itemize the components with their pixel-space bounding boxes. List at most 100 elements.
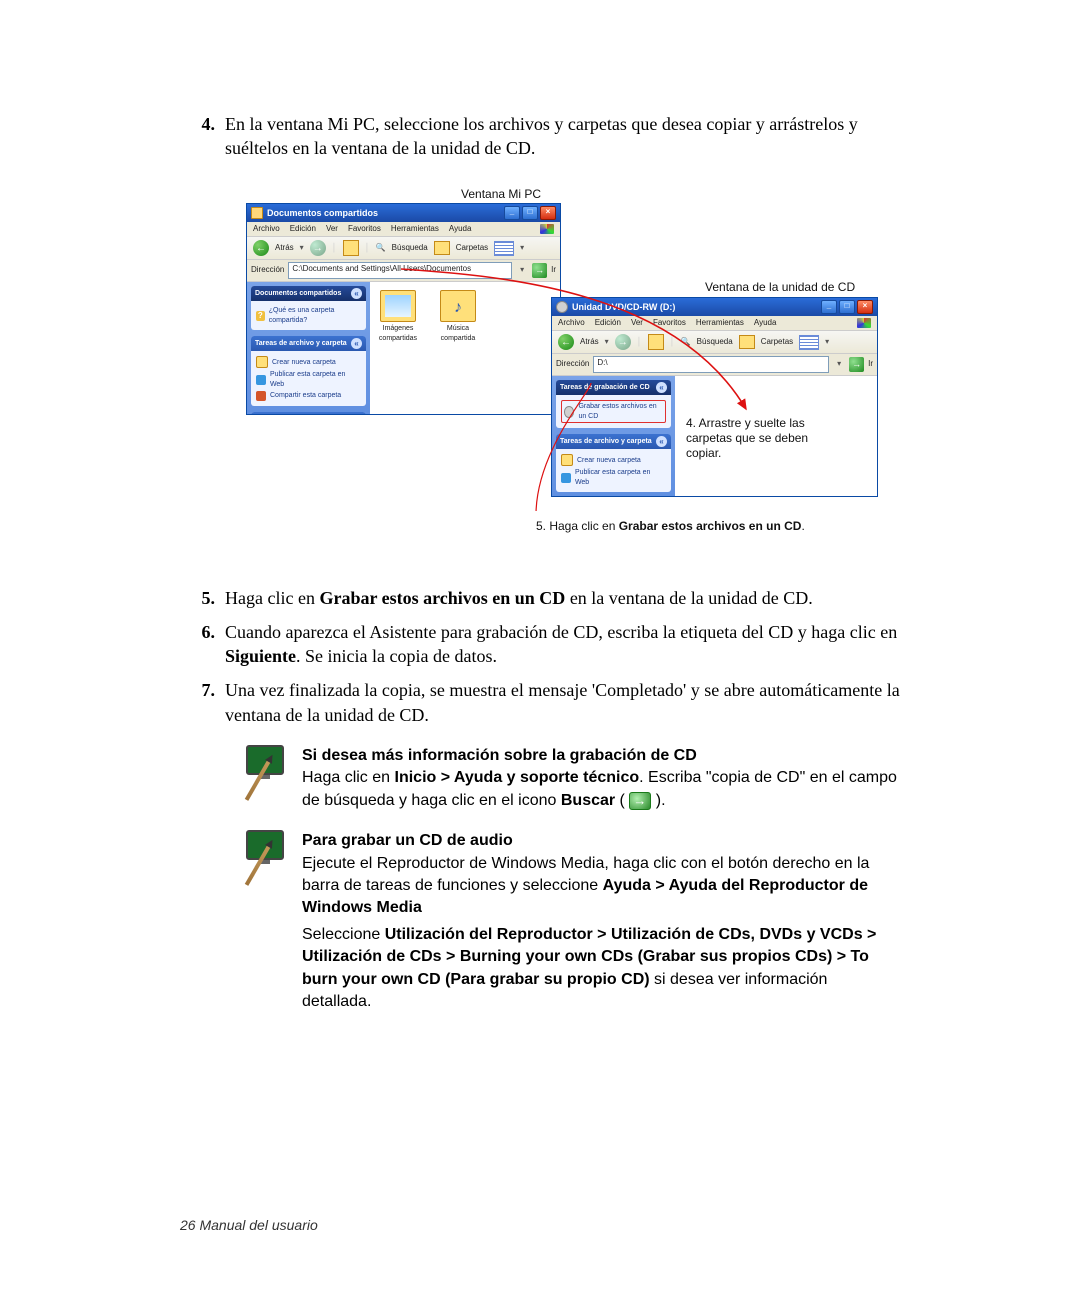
new-folder-icon [256,356,268,368]
up-icon[interactable] [648,334,664,350]
panel-item-label: Crear nueva carpeta [272,358,336,367]
search-label: Búsqueda [392,243,428,254]
menu-item[interactable]: Herramientas [696,318,744,329]
menu-item[interactable]: Edición [595,318,621,329]
menubar: Archivo Edición Ver Favoritos Herramient… [247,222,560,238]
note-heading: Para grabar un CD de audio [302,830,900,852]
chevron-icon[interactable]: « [656,382,667,393]
forward-button[interactable]: → [310,240,326,256]
cd-drive-icon [556,301,568,313]
maximize-button[interactable]: □ [522,206,538,220]
folder-label: Imágenes compartidas [379,325,417,341]
search-icon[interactable]: 🔍 [681,337,691,348]
menu-item[interactable]: Herramientas [391,224,439,235]
window-cd: Unidad DVD/CD-RW (D:) _ □ × Archivo Edic… [551,297,878,497]
music-folder-icon [440,290,476,322]
menu-item[interactable]: Archivo [558,318,585,329]
step-number: 7. [180,678,225,727]
panel-item[interactable]: Compartir esta carpeta [256,391,361,401]
up-icon[interactable] [343,240,359,256]
panel-item-label: Crear nueva carpeta [577,456,641,465]
steps-list-top: 4. En la ventana Mi PC, seleccione los a… [180,112,900,161]
window-body: Documentos compartidos« ?¿Qué es una car… [247,282,560,414]
tasks-panel: Otros sitios« Mi PC Mis documentos Mis s… [251,412,366,414]
minimize-button[interactable]: _ [821,300,837,314]
views-icon[interactable] [799,335,819,350]
page: 4. En la ventana Mi PC, seleccione los a… [0,0,1080,1309]
address-input[interactable]: D:\ [593,356,829,373]
bold-text: Buscar [561,792,615,809]
tasks-panel-burn: Tareas de grabación de CD « Grabar estos … [556,380,671,428]
search-icon[interactable]: 🔍 [376,243,386,254]
menu-item[interactable]: Ver [326,224,338,235]
folders-icon[interactable] [434,241,450,255]
forward-button[interactable]: → [615,334,631,350]
text: . Se inicia la copia de datos. [296,646,497,666]
panel-item[interactable]: Publicar esta carpeta en Web [561,468,666,487]
folder-item[interactable]: Imágenes compartidas [378,290,418,414]
tasks-pane: Documentos compartidos« ?¿Qué es una car… [247,282,370,414]
step-text: Haga clic en Grabar estos archivos en un… [225,586,900,610]
addressbar: Dirección D:\ ▾ → Ir [552,354,877,376]
panel-item[interactable]: Crear nueva carpeta [256,356,361,368]
folders-icon[interactable] [739,335,755,349]
address-label: Dirección [251,265,284,276]
callout-bold: Grabar estos archivos en un CD [619,519,802,533]
note-body: Haga clic en Inicio > Ayuda y soporte té… [302,767,900,812]
bold-text: Siguiente [225,646,296,666]
panel-item[interactable]: ?¿Qué es una carpeta compartida? [256,306,361,325]
folders-label: Carpetas [761,337,793,348]
go-label: Ir [868,359,873,370]
step-5: 5. Haga clic en Grabar estos archivos en… [180,586,900,610]
menu-item[interactable]: Ayuda [754,318,777,329]
back-button[interactable]: ← [558,334,574,350]
menu-item[interactable]: Favoritos [348,224,381,235]
address-input[interactable]: C:\Documents and Settings\All Users\Docu… [288,262,512,279]
publish-icon [256,375,266,385]
back-button[interactable]: ← [253,240,269,256]
menu-item[interactable]: Archivo [253,224,280,235]
folder-icon [251,207,263,219]
chevron-icon[interactable]: « [656,436,667,447]
titlebar: Documentos compartidos _ □ × [247,204,560,222]
monitor-pen-icon [246,830,286,884]
toolbar: ← Atrás ▾ → │ │ 🔍 Búsqueda Carpetas ▾ [552,331,877,354]
menu-item[interactable]: Ayuda [449,224,472,235]
folder-item[interactable]: Música compartida [438,290,478,414]
panel-item-label: ¿Qué es una carpeta compartida? [269,306,361,325]
panel-title: Tareas de grabación de CD [560,383,650,392]
panel-item[interactable]: Publicar esta carpeta en Web [256,370,361,389]
window-title: Documentos compartidos [267,207,378,219]
step-number: 5. [180,586,225,610]
close-button[interactable]: × [857,300,873,314]
cd-icon [564,406,574,418]
panel-title: Tareas de archivo y carpeta [560,437,652,446]
callout-line: carpetas que se deben [686,431,808,445]
maximize-button[interactable]: □ [839,300,855,314]
panel-item-label: Compartir esta carpeta [270,391,341,400]
note-text: Si desea más información sobre la grabac… [302,745,900,812]
note-body: Seleccione Utilización del Reproductor >… [302,924,900,1014]
text: en la ventana de la unidad de CD. [565,588,812,608]
note-text: Para grabar un CD de audio Ejecute el Re… [302,830,900,1013]
menu-item[interactable]: Ver [631,318,643,329]
chevron-icon[interactable]: « [351,338,362,349]
go-button[interactable]: → [532,263,547,278]
minimize-button[interactable]: _ [504,206,520,220]
burn-files-link[interactable]: Grabar estos archivos en un CD [561,400,666,423]
panel-item[interactable]: Crear nueva carpeta [561,454,666,466]
share-icon [256,391,266,401]
views-icon[interactable] [494,241,514,256]
toolbar: ← Atrás ▾ → │ │ 🔍 Búsqueda Carpetas ▾ [247,237,560,260]
menu-item[interactable]: Edición [290,224,316,235]
callout-drag: 4. Arrastre y suelte las carpetas que se… [686,416,808,461]
window-title: Unidad DVD/CD-RW (D:) [572,301,675,313]
menu-item[interactable]: Favoritos [653,318,686,329]
dropdown-icon[interactable]: ▾ [833,359,845,370]
dropdown-icon[interactable]: ▾ [516,265,528,276]
close-button[interactable]: × [540,206,556,220]
go-button[interactable]: → [849,357,864,372]
caption-cd: Ventana de la unidad de CD [705,279,855,295]
tasks-pane: Tareas de grabación de CD « Grabar estos … [552,376,675,496]
chevron-icon[interactable]: « [351,288,362,299]
